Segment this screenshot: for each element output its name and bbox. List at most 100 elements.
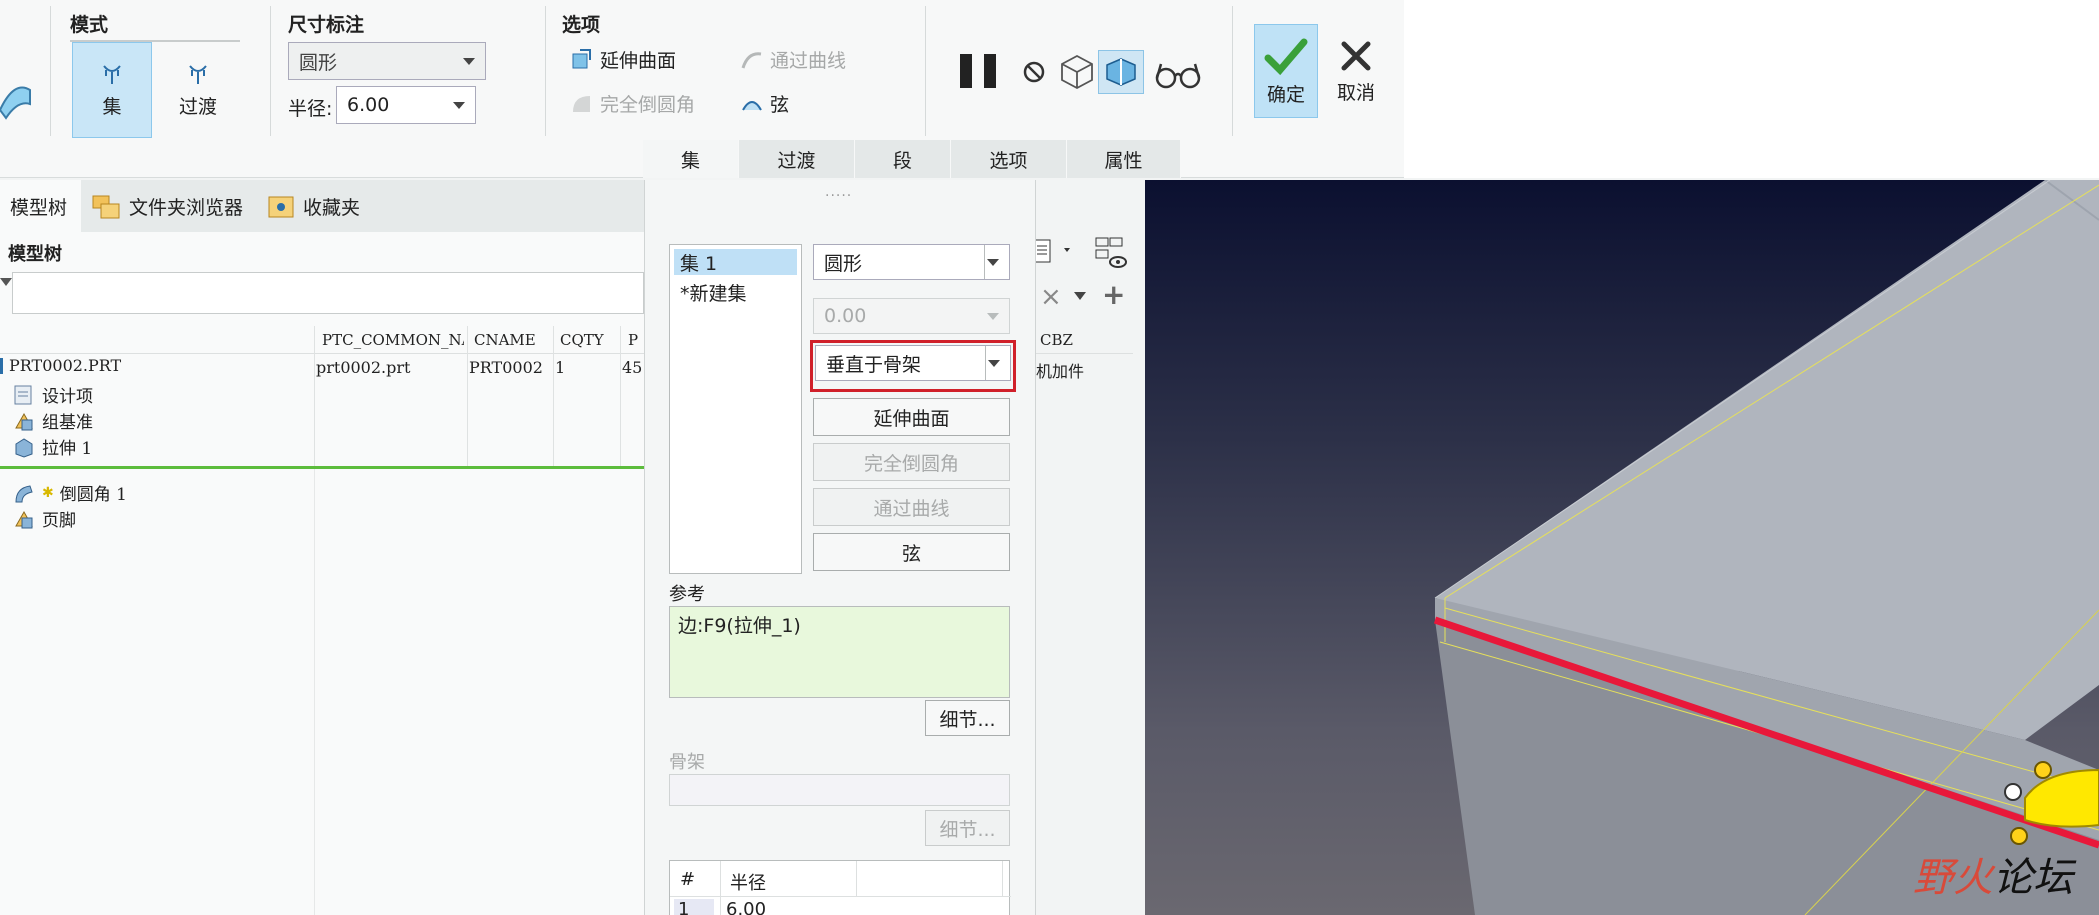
ok-label: 确定 [1266, 83, 1305, 106]
skeleton-collector[interactable] [669, 774, 1010, 806]
cancel-button[interactable]: 取消 [1326, 24, 1386, 118]
cell-cname: PRT0002 [469, 358, 543, 377]
extrude-icon [15, 437, 33, 458]
column-divider [467, 326, 468, 469]
chord-option[interactable]: 弦 [740, 90, 789, 117]
cell-cqty: 1 [555, 358, 566, 377]
extend-surface-button[interactable]: 延伸曲面 [813, 398, 1010, 436]
set-shape-select[interactable]: 圆形 [813, 244, 1010, 280]
cross-section-select[interactable]: 垂直于骨架 [815, 345, 1011, 381]
tree-item-label: 组基准 [42, 413, 93, 433]
table-cell-radius[interactable]: 6.00 [726, 899, 766, 915]
tree-item-round[interactable]: ✱ 倒圆角 1 [12, 480, 127, 505]
mode-transition-button[interactable]: 过渡 [158, 42, 238, 138]
mode-set-button[interactable]: 集 [72, 42, 152, 138]
column-divider [720, 861, 721, 915]
column-divider [1002, 861, 1003, 897]
table-cell-index: 1 [674, 899, 714, 915]
extend-surface-option[interactable]: 延伸曲面 [570, 46, 676, 73]
radius-input[interactable]: 6.00 [336, 86, 476, 124]
col-header-cqty[interactable]: CQTY [560, 331, 604, 349]
round-tool-icon [0, 60, 34, 120]
tab-set[interactable]: 集 [643, 140, 739, 178]
tree-item-label: 倒圆角 1 [59, 485, 127, 505]
pause-button[interactable] [958, 52, 1000, 95]
dimension-shape-select[interactable]: 圆形 [288, 42, 486, 80]
no-preview-button[interactable] [1022, 60, 1046, 89]
show-columns-button[interactable] [1094, 236, 1128, 275]
tree-item-datum-group[interactable]: 组基准 [12, 408, 93, 433]
column-divider [314, 469, 315, 915]
transition-icon [189, 64, 207, 84]
tab-segment[interactable]: 段 [855, 140, 951, 178]
set-item-selected[interactable]: 集 1 [674, 249, 797, 275]
footer-icon [15, 510, 33, 528]
col-header-p[interactable]: P [628, 331, 638, 349]
new-set-item[interactable]: *新建集 [674, 279, 797, 305]
tab-options[interactable]: 选项 [951, 140, 1067, 178]
navigator-tabs: 模型树 文件夹浏览器 收藏夹 [0, 180, 644, 232]
separator [985, 346, 986, 380]
tree-item-design-items[interactable]: 设计项 [12, 382, 93, 407]
checkmark-icon [1264, 38, 1308, 75]
wireframe-preview-button[interactable] [1058, 52, 1096, 95]
favorites-icon [268, 196, 294, 218]
tab-favorites-label: 收藏夹 [303, 196, 361, 219]
through-curve-button[interactable]: 通过曲线 [813, 488, 1010, 526]
through-curve-option[interactable]: 通过曲线 [740, 46, 846, 73]
graphics-viewport[interactable]: 野火论坛 [1145, 180, 2099, 915]
root-marker-icon [0, 357, 3, 374]
col-header-cbz[interactable]: CBZ [1040, 331, 1073, 349]
tab-folder-browser[interactable]: 文件夹浏览器 [81, 180, 257, 232]
tree-search-input[interactable] [12, 272, 644, 314]
dimension-shape-value: 圆形 [299, 51, 338, 74]
clear-filter-icon[interactable]: × [1040, 282, 1062, 312]
set-shape-value: 圆形 [824, 252, 863, 275]
radius-value: 6.00 [347, 94, 390, 116]
reference-details-button[interactable]: 细节... [925, 700, 1010, 736]
drag-handle-bottom[interactable] [2010, 827, 2028, 845]
radius-table: # 半径 1 6.00 [669, 860, 1011, 915]
through-curve-icon [741, 51, 762, 68]
drag-handle-top[interactable] [2034, 761, 2052, 779]
tree-item-label: 拉伸 1 [42, 439, 93, 459]
chevron-down-icon[interactable] [1074, 292, 1086, 300]
separator [1232, 6, 1233, 136]
verify-mode-button[interactable] [1155, 58, 1201, 95]
reference-collector[interactable]: 边:F9(拉伸_1) [669, 606, 1010, 698]
full-round-button[interactable]: 完全倒圆角 [813, 443, 1010, 481]
set-settings-panel: ····· 集 1 *新建集 圆形 0.00 垂直于骨架 延伸曲面 完全倒圆角 … [644, 180, 1036, 915]
radius-table-header [670, 861, 1011, 897]
set-value-input[interactable]: 0.00 [813, 298, 1010, 334]
drag-handle[interactable]: ····· [825, 188, 852, 204]
col-header-common-name[interactable]: PTC_COMMON_NAME [322, 331, 464, 349]
set-icon [103, 64, 121, 84]
col-header-cname[interactable]: CNAME [474, 331, 536, 349]
watermark-part2: 论坛 [1993, 855, 2073, 901]
cell-p: 45 [622, 358, 642, 377]
tree-item-extrude[interactable]: 拉伸 1 [12, 434, 92, 459]
chord-button[interactable]: 弦 [813, 533, 1010, 571]
skeleton-details-button[interactable]: 细节... [925, 810, 1010, 846]
reference-value: 边:F9(拉伸_1) [678, 615, 801, 637]
geometry-preview-button[interactable] [1098, 50, 1144, 94]
tab-transition[interactable]: 过渡 [739, 140, 855, 178]
tree-item-footer[interactable]: 页脚 [12, 506, 76, 531]
tree-row-root[interactable]: PRT0002.PRT [0, 356, 121, 375]
tree-item-label: 页脚 [42, 511, 76, 531]
separator [50, 6, 51, 136]
watermark-part1: 野火 [1913, 855, 1993, 901]
tab-properties[interactable]: 属性 [1067, 140, 1181, 178]
radius-handle[interactable] [2004, 783, 2022, 801]
ok-button[interactable]: 确定 [1254, 24, 1318, 118]
add-column-icon[interactable]: + [1102, 278, 1125, 311]
tab-favorites[interactable]: 收藏夹 [257, 180, 374, 232]
columns-eye-icon [1095, 237, 1127, 268]
filter-dropdown-icon[interactable] [0, 278, 12, 288]
separator [984, 245, 985, 279]
tab-model-tree[interactable]: 模型树 [0, 180, 82, 232]
chevron-down-icon [987, 312, 999, 320]
full-round-option[interactable]: 完全倒圆角 [570, 90, 695, 117]
separator [545, 6, 546, 136]
no-entry-icon [1023, 61, 1045, 83]
